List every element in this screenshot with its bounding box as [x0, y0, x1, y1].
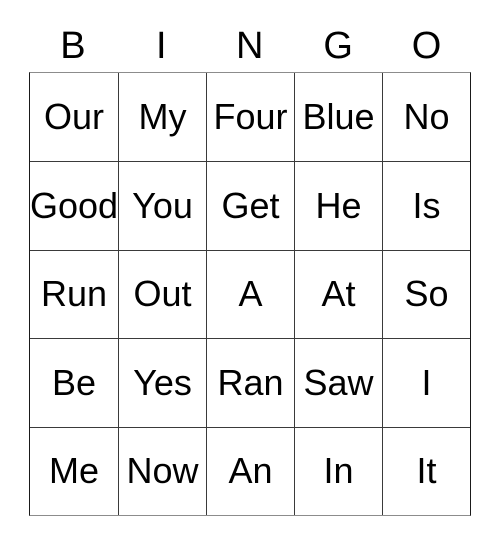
bingo-cell[interactable]: No [382, 73, 470, 162]
bingo-cell-label: An [228, 450, 273, 492]
bingo-cell[interactable]: I [382, 338, 470, 427]
bingo-cell-label: You [132, 185, 193, 227]
bingo-grid: Our My Four Blue No Good You Get He Is R… [29, 72, 471, 516]
bingo-cell-label: Blue [302, 96, 375, 138]
bingo-cell-label: Yes [133, 361, 192, 403]
bingo-header-letter-g: G [323, 25, 354, 67]
bingo-row: Run Out A At So [30, 249, 470, 339]
bingo-cell-label: At [321, 273, 356, 315]
bingo-cell[interactable]: In [294, 426, 382, 515]
bingo-cell[interactable]: Four [206, 73, 294, 162]
bingo-cell[interactable]: Blue [294, 73, 382, 162]
bingo-cell[interactable]: It [382, 426, 470, 515]
bingo-header-letter-i: I [156, 25, 168, 67]
bingo-row: Good You Get He Is [30, 161, 470, 250]
bingo-cell[interactable]: Me [30, 426, 118, 515]
bingo-cell-label: Four [213, 96, 288, 138]
bingo-cell[interactable]: Saw [294, 338, 382, 427]
bingo-cell[interactable]: Be [30, 338, 118, 426]
bingo-cell-label: Get [221, 185, 280, 227]
bingo-cell[interactable]: Yes [118, 338, 206, 427]
bingo-cell-label: He [315, 185, 362, 227]
bingo-row: Our My Four Blue No [30, 73, 470, 162]
bingo-cell[interactable]: So [382, 249, 470, 339]
bingo-row: Me Now An In It [30, 426, 470, 515]
bingo-cell-label: No [403, 96, 450, 138]
bingo-header-row: B I N G O [29, 20, 471, 72]
bingo-cell[interactable]: You [118, 161, 206, 250]
bingo-cell-label: Saw [303, 361, 374, 403]
bingo-cell[interactable]: Good [30, 161, 118, 249]
bingo-card: B I N G O Our My Four Blue No Good You G… [29, 20, 471, 516]
bingo-cell-label: Ran [217, 361, 284, 403]
bingo-cell[interactable]: Is [382, 161, 470, 250]
bingo-header-letter-n: N [236, 25, 264, 67]
bingo-cell[interactable]: Now [118, 426, 206, 515]
bingo-cell[interactable]: Our [30, 73, 118, 161]
bingo-cell-label: So [404, 273, 449, 315]
bingo-cell-label: Is [412, 185, 441, 227]
bingo-cell[interactable]: A [206, 249, 294, 339]
bingo-cell[interactable]: He [294, 161, 382, 250]
bingo-cell[interactable]: Run [30, 249, 118, 338]
bingo-cell-label: Our [43, 96, 104, 138]
bingo-cell-label: Me [48, 450, 99, 492]
bingo-cell-label: Out [133, 273, 192, 315]
bingo-cell-label: In [323, 450, 354, 492]
bingo-cell-label: Run [40, 273, 108, 315]
bingo-cell[interactable]: Out [118, 249, 206, 339]
bingo-cell[interactable]: At [294, 249, 382, 339]
bingo-cell-label: I [421, 361, 432, 403]
bingo-cell[interactable]: Get [206, 161, 294, 250]
bingo-header-letter-b: B [60, 25, 87, 67]
bingo-cell-label: Now [126, 450, 199, 492]
bingo-cell-label: Be [51, 361, 97, 403]
bingo-cell[interactable]: Ran [206, 338, 294, 427]
bingo-cell-label: It [416, 450, 437, 492]
bingo-cell-label: Good [30, 185, 118, 227]
bingo-cell[interactable]: My [118, 73, 206, 162]
bingo-row: Be Yes Ran Saw I [30, 338, 470, 427]
bingo-header-letter-o: O [411, 25, 442, 67]
bingo-cell-label: A [238, 273, 263, 315]
bingo-cell-label: My [138, 96, 187, 138]
bingo-cell[interactable]: An [206, 426, 294, 515]
